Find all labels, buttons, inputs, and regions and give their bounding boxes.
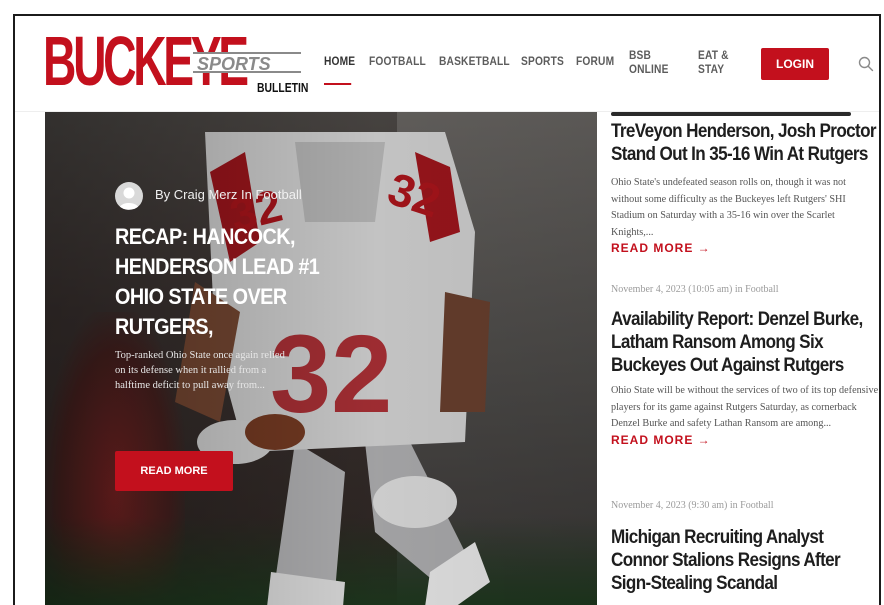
nav-item-eat-stay[interactable]: EAT & STAY: [698, 48, 729, 76]
read-more-link[interactable]: READ MORE →: [611, 433, 879, 447]
article-meta: November 4, 2023 (9:30 am) in Football: [611, 500, 774, 511]
author-prefix: By: [155, 187, 171, 202]
nav-label-line2: STAY: [698, 62, 725, 76]
hero-title[interactable]: RECAP: HANCOCK, HENDERSON LEAD #1 OHIO S…: [115, 222, 358, 342]
article-excerpt: Ohio State's undefeated season rolls on,…: [611, 177, 846, 238]
nav-item-football[interactable]: FOOTBALL: [369, 54, 426, 68]
category-prefix: In: [241, 187, 252, 202]
nav-label-line2: ONLINE: [629, 62, 669, 76]
hero-read-more-button[interactable]: READ MORE: [115, 451, 233, 491]
article-title[interactable]: Availability Report: Denzel Burke, Latha…: [611, 308, 879, 377]
nav-label-line1: EAT &: [698, 48, 729, 62]
article-title[interactable]: TreVeyon Henderson, Josh Proctor Stand O…: [611, 120, 879, 166]
site-header: BUCKEYE SPORTS BULLETIN HOME FOOTBALL BA…: [15, 16, 879, 112]
nav-item-sports[interactable]: SPORTS: [521, 54, 564, 68]
hero-feature[interactable]: 32 32 32 By Craig Merz In: [45, 112, 597, 605]
logo-bulletin-text: BULLETIN: [257, 80, 309, 95]
nav-item-basketball[interactable]: BASKETBALL: [439, 54, 510, 68]
list-item: November 4, 2023 (10:05 am) in Football …: [611, 284, 879, 447]
article-title[interactable]: Michigan Recruiting Analyst Connor Stali…: [611, 526, 879, 595]
login-button[interactable]: LOGIN: [761, 48, 829, 80]
active-underline: [324, 83, 352, 85]
list-item: TreVeyon Henderson, Josh Proctor Stand O…: [611, 120, 879, 255]
nav-label: HOME: [324, 54, 356, 68]
site-logo[interactable]: BUCKEYE SPORTS BULLETIN: [43, 24, 308, 104]
nav-item-forum[interactable]: FORUM: [576, 54, 614, 68]
user-icon: [119, 187, 139, 209]
author-line: By Craig Merz In Football: [155, 187, 302, 202]
article-excerpt: Ohio State will be without the services …: [611, 385, 879, 429]
read-more-link[interactable]: READ MORE →: [611, 241, 879, 255]
article-meta: November 4, 2023 (10:05 am) in Football: [611, 284, 779, 295]
nav-item-bsb-online[interactable]: BSB ONLINE: [629, 48, 669, 76]
nav-label-line1: BSB: [629, 48, 652, 62]
hero-excerpt: Top-ranked Ohio State once again relied …: [115, 350, 285, 391]
search-icon[interactable]: [858, 56, 874, 72]
browser-viewport: BUCKEYE SPORTS BULLETIN HOME FOOTBALL BA…: [13, 14, 881, 605]
author-name-link[interactable]: Craig Merz: [174, 187, 238, 202]
logo-sports-banner: SPORTS: [193, 52, 301, 74]
category-link[interactable]: Football: [255, 187, 301, 202]
nav-item-home[interactable]: HOME: [324, 54, 356, 85]
avatar: [115, 182, 143, 210]
list-item: November 4, 2023 (9:30 am) in Football M…: [611, 500, 879, 595]
